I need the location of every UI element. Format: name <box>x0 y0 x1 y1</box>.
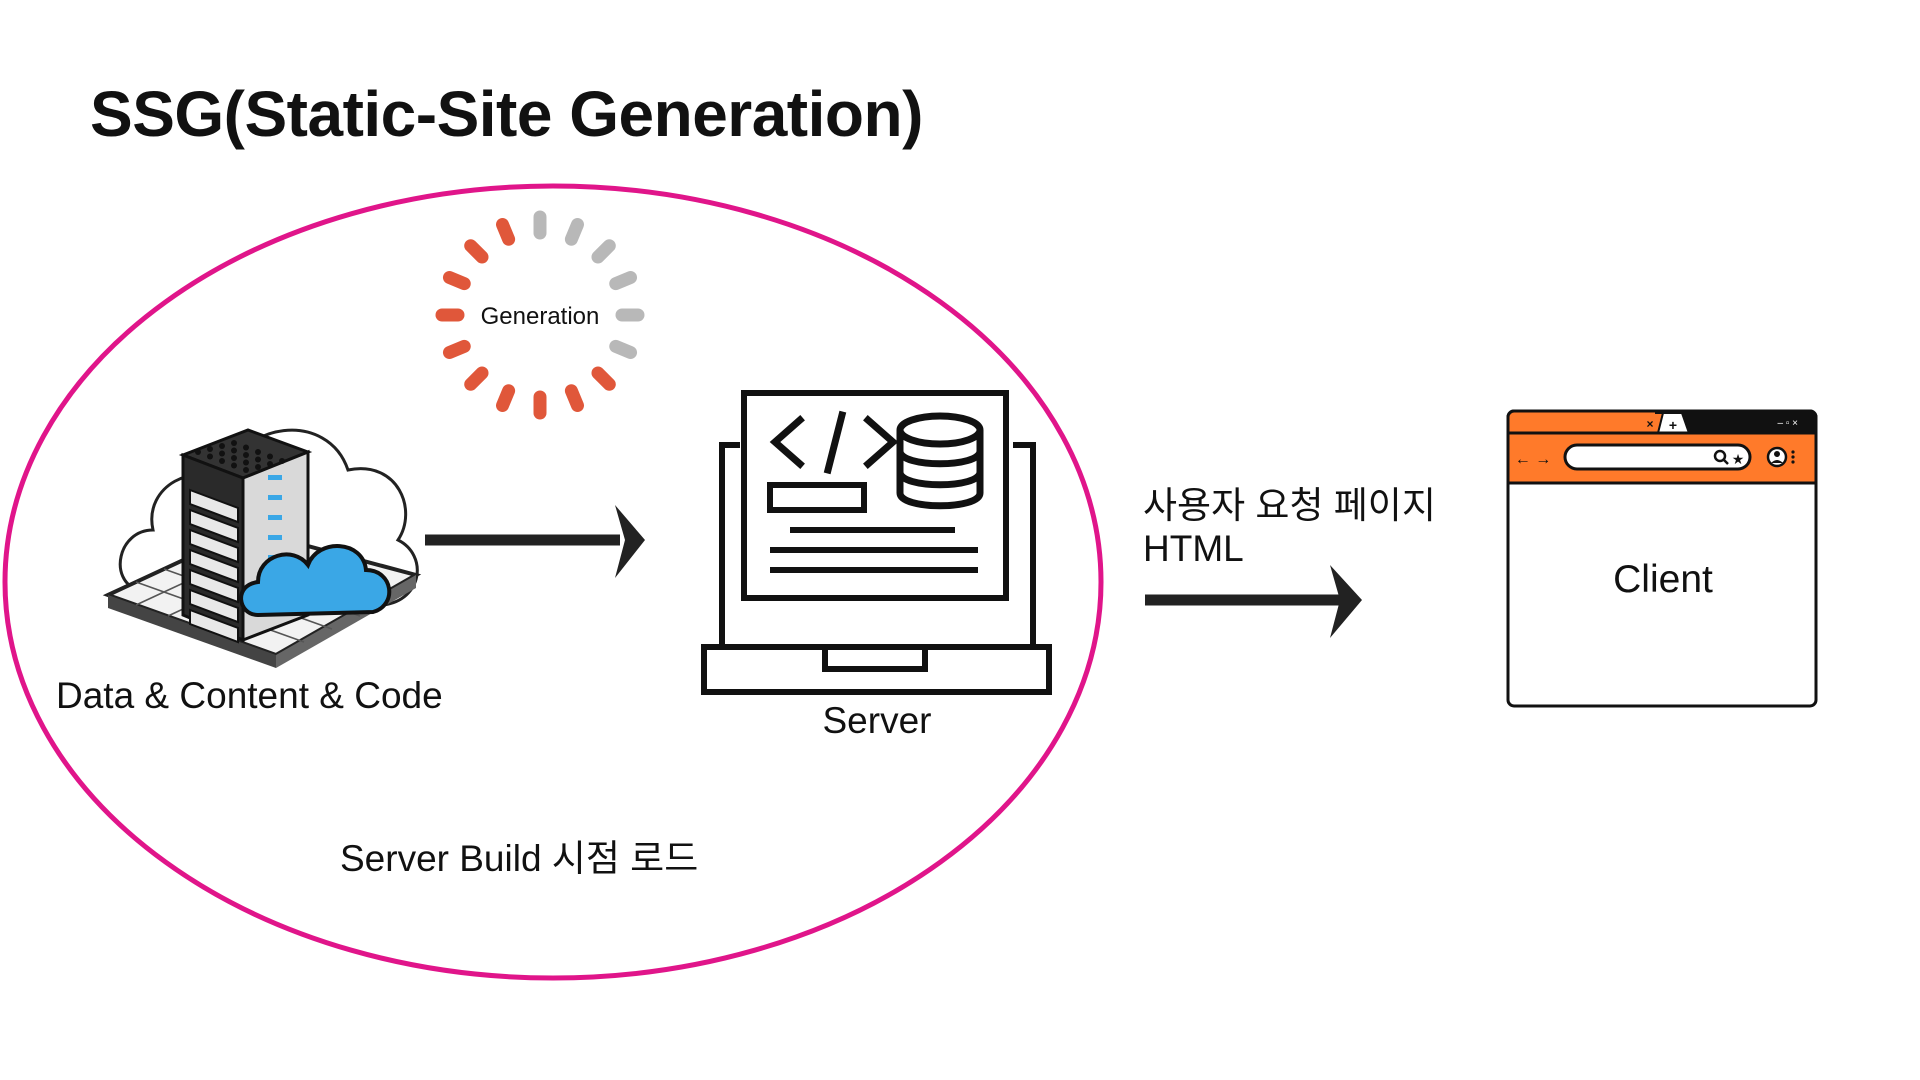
rack-vent <box>231 455 237 461</box>
spinner-tick <box>591 366 616 391</box>
spinner-tick <box>609 339 638 360</box>
diagram-canvas: SSG(Static-Site Generation) Generation D… <box>0 0 1920 1080</box>
spinner-tick <box>564 384 585 413</box>
build-arrow <box>425 505 645 578</box>
svg-text:×: × <box>1646 417 1653 431</box>
build-time-label: Server Build 시점 로드 <box>340 838 699 879</box>
rack-vent <box>207 446 213 452</box>
rack-vent <box>231 447 237 454</box>
svg-text:+: + <box>1669 417 1677 433</box>
spinner-tick <box>442 270 471 291</box>
rack-vent <box>219 450 225 457</box>
rack-vent <box>255 449 261 455</box>
request-label-line-1: 사용자 요청 페이지 <box>1143 485 1436 526</box>
response-arrow <box>1145 565 1362 638</box>
spinner-tick <box>609 270 638 291</box>
server-rack-cloud-icon <box>102 428 422 668</box>
rack-vent <box>243 467 249 473</box>
spinner-tick <box>495 217 516 246</box>
loader-label: Generation <box>480 303 600 330</box>
spinner-tick <box>564 217 585 246</box>
rack-vent <box>195 449 201 455</box>
server-label: Server <box>822 700 932 741</box>
rack-vent <box>243 444 249 451</box>
data-source-label: Data & Content & Code <box>56 675 443 716</box>
rack-vent <box>231 440 237 446</box>
rack-vent <box>219 443 225 449</box>
spinner-tick <box>442 339 471 360</box>
rack-vent <box>243 452 249 458</box>
spinner-tick <box>495 384 516 413</box>
svg-text:★: ★ <box>1732 451 1745 467</box>
laptop-code-database-icon <box>701 390 1052 695</box>
spinner-tick <box>464 239 489 264</box>
rack-indicator-light <box>268 495 282 500</box>
spinner-tick <box>591 239 616 264</box>
client-label: Client <box>1613 558 1713 601</box>
rack-vent <box>267 453 273 460</box>
rack-vent <box>255 464 261 470</box>
rack-vent <box>207 453 213 460</box>
rack-vent <box>267 461 273 467</box>
spinner-tick <box>464 366 489 391</box>
rack-indicator-light <box>268 515 282 520</box>
rack-vent <box>231 462 237 469</box>
rack-vent <box>219 458 225 464</box>
rack-vent <box>255 456 261 463</box>
svg-text:← →: ← → <box>1515 451 1551 468</box>
request-label: 사용자 요청 페이지 HTML <box>1143 485 1436 570</box>
rack-indicator-light <box>268 475 282 480</box>
rack-indicator-light <box>268 535 282 540</box>
rack-vent <box>243 459 249 466</box>
svg-text:– ▫ ×: – ▫ × <box>1777 418 1798 429</box>
rack-vent <box>279 458 285 464</box>
